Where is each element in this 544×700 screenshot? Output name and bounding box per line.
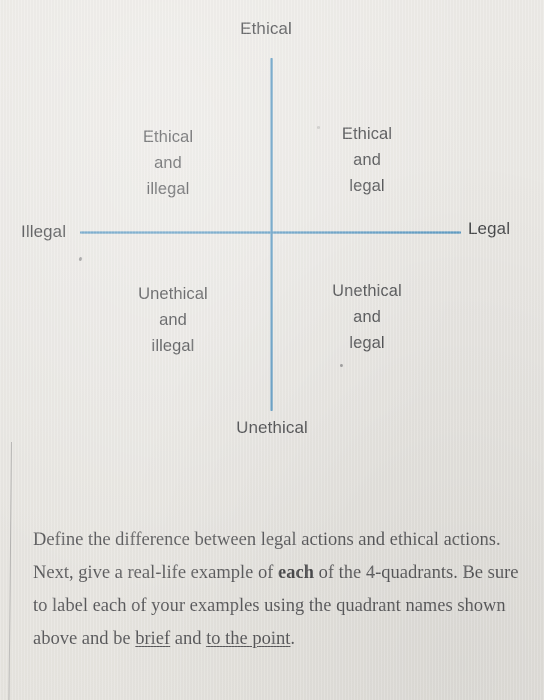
scan-speck-artifact: [340, 364, 343, 367]
quadrant-line-2: and: [353, 151, 381, 169]
prompt-bold-each: each: [278, 562, 314, 583]
quadrant-line-1: Unethical: [332, 282, 402, 300]
scan-speck-artifact: [78, 256, 83, 262]
axis-label-ethical-text: Ethical: [240, 19, 292, 38]
axis-label-illegal: Illegal: [21, 222, 67, 241]
left-margin-rule: [8, 441, 12, 700]
quadrant-line-3: legal: [349, 177, 385, 195]
quadrant-label-unethical-and-illegal: Unethical and illegal: [98, 281, 248, 359]
page-canvas: Ethical Unethical Illegal Legal Ethical …: [0, 0, 544, 700]
quadrant-label-unethical-and-legal: Unethical and legal: [292, 278, 442, 356]
axis-label-unethical-text: Unethical: [236, 418, 308, 437]
prompt-underline-brief: brief: [135, 628, 171, 649]
axis-label-legal: Legal: [468, 219, 511, 238]
prompt-segment-4: .: [290, 628, 296, 649]
prompt-section: Define the difference between legal acti…: [0, 441, 544, 700]
prompt-segment-3: and: [170, 628, 207, 649]
ethics-legality-quadrant-diagram: Ethical Unethical Illegal Legal Ethical …: [0, 0, 544, 470]
horizontal-axis-line: [80, 231, 461, 234]
quadrant-label-ethical-and-legal: Ethical and legal: [292, 121, 442, 199]
quadrant-line-2: and: [159, 311, 187, 329]
quadrant-line-3: legal: [349, 334, 385, 352]
axis-label-ethical: Ethical: [0, 19, 544, 39]
prompt-underline-to-the-point: to the point: [206, 628, 291, 649]
quadrant-line-2: and: [353, 308, 381, 326]
quadrant-line-2: and: [154, 154, 182, 172]
axis-label-unethical: Unethical: [0, 418, 544, 438]
quadrant-line-1: Unethical: [138, 285, 208, 303]
quadrant-line-3: illegal: [151, 337, 195, 355]
quadrant-line-1: Ethical: [341, 125, 393, 143]
quadrant-line-3: illegal: [146, 180, 190, 198]
assignment-prompt-paragraph: Define the difference between legal acti…: [33, 524, 525, 656]
quadrant-label-ethical-and-illegal: Ethical and illegal: [93, 124, 243, 202]
scan-speck-artifact: [317, 126, 320, 129]
vertical-axis-line: [270, 58, 273, 411]
quadrant-line-1: Ethical: [142, 128, 194, 146]
